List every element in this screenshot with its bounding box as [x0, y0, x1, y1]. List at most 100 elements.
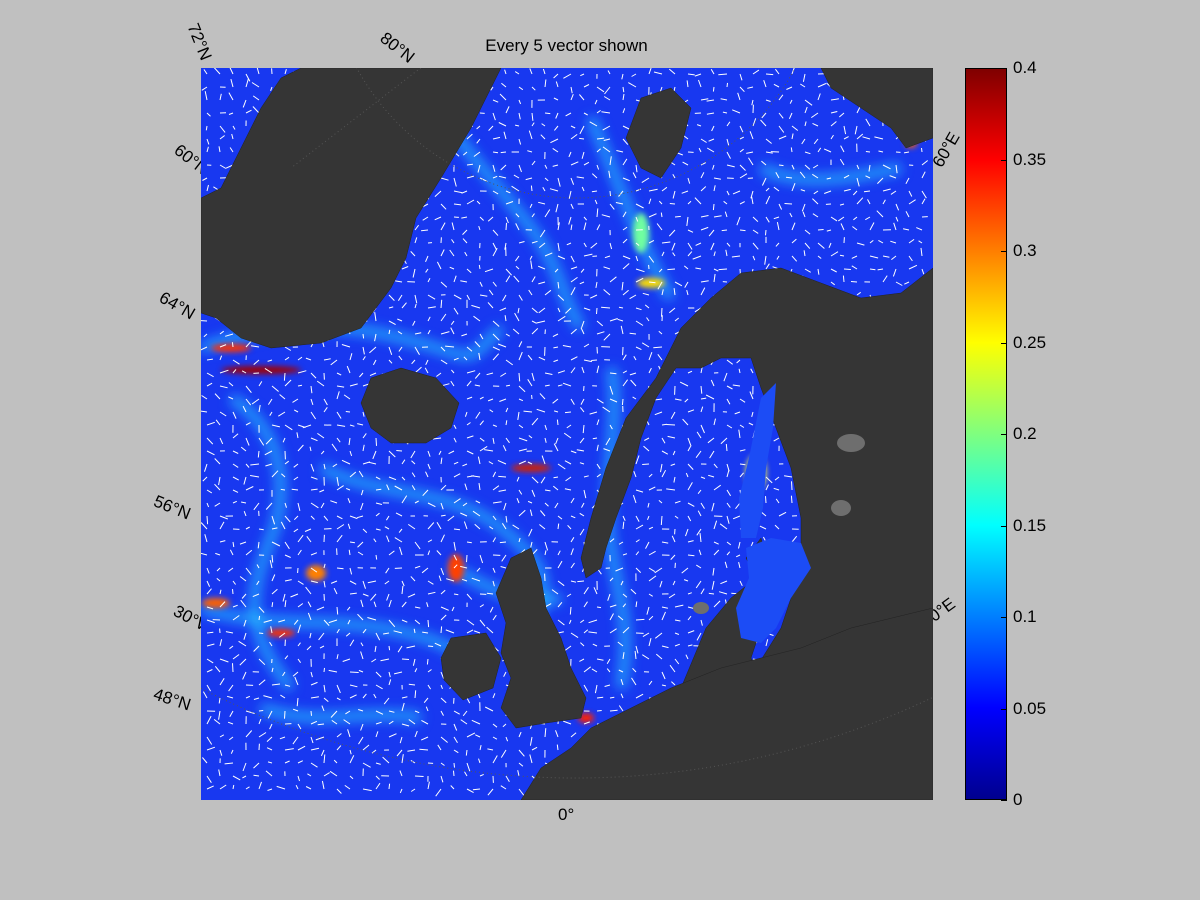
current-vector — [785, 176, 793, 179]
current-vector — [579, 137, 585, 140]
current-vector — [556, 744, 559, 751]
current-vector — [778, 164, 784, 167]
lon-label-60E: 60°E — [928, 128, 964, 171]
lon-label-80N: 80°N — [376, 28, 419, 67]
current-vector — [284, 710, 286, 719]
colorbar-tick-mark — [1001, 342, 1007, 344]
current-vector — [375, 554, 378, 560]
current-vector — [869, 268, 876, 271]
current-vector — [635, 618, 645, 621]
current-vector — [712, 203, 715, 211]
current-vector — [258, 615, 261, 621]
current-vector — [591, 359, 598, 361]
current-vector — [258, 710, 264, 712]
current-vector — [556, 419, 559, 426]
current-vector — [648, 281, 656, 284]
colorbar-tick-mark — [1001, 617, 1007, 618]
lon-label-0: 0° — [558, 805, 575, 824]
lake-peipus — [831, 500, 851, 516]
current-vector — [577, 580, 585, 583]
current-vector — [310, 710, 312, 716]
current-vector — [721, 229, 728, 232]
current-speed-map — [201, 68, 933, 800]
current-vector — [921, 147, 923, 153]
current-vector — [440, 299, 443, 309]
current-vector — [271, 554, 274, 563]
map-svg — [201, 68, 933, 800]
current-vector — [498, 475, 507, 478]
lat-label-56N: 56°N — [151, 491, 194, 524]
speed-hotspot — [306, 565, 326, 581]
speed-hotspot — [633, 213, 649, 253]
current-vector — [564, 411, 572, 414]
current-vector — [596, 710, 602, 712]
current-vector — [426, 658, 429, 665]
current-vector — [518, 372, 521, 382]
current-vector — [505, 384, 511, 387]
current-vector — [231, 342, 234, 348]
colorbar-tick-mark — [1001, 434, 1007, 435]
current-vector — [280, 488, 286, 491]
current-vector — [596, 307, 598, 315]
current-vector — [839, 254, 845, 257]
colorbar-tick-label: 0.25 — [1013, 332, 1047, 352]
current-vector — [739, 229, 746, 232]
current-vector — [388, 645, 391, 651]
current-vector — [660, 212, 663, 218]
current-vector — [726, 82, 728, 88]
current-vector — [408, 683, 416, 686]
colorbar-tick-label: 0.1 — [1013, 607, 1037, 626]
current-vector — [232, 663, 234, 673]
current-vector — [784, 203, 793, 205]
current-vector — [621, 398, 624, 406]
current-vector — [790, 495, 793, 504]
current-vector — [336, 567, 344, 570]
current-vector — [232, 589, 234, 595]
current-vector — [553, 476, 559, 479]
current-vector — [478, 264, 481, 270]
current-vector — [414, 775, 424, 777]
current-vector — [609, 372, 617, 375]
current-vector — [596, 606, 602, 609]
colorbar-tick-mark — [1001, 525, 1007, 527]
current-vector — [466, 554, 468, 563]
current-vector — [401, 658, 410, 660]
current-vector — [414, 690, 417, 699]
current-vector — [765, 496, 767, 504]
current-vector — [667, 268, 676, 271]
current-vector — [530, 185, 533, 192]
current-vector — [708, 592, 715, 595]
current-vector — [817, 229, 824, 231]
current-vector — [609, 190, 611, 197]
current-vector — [765, 73, 774, 76]
colorbar-tick-mark — [1001, 708, 1007, 710]
current-vector — [842, 275, 845, 283]
colorbar-tick-mark — [1001, 68, 1007, 69]
current-vector — [843, 268, 851, 270]
lake-vanern — [693, 602, 709, 614]
colorbar-tick-mark — [1001, 251, 1007, 252]
colorbar-tick-label: 0.2 — [1013, 424, 1037, 443]
current-vector — [674, 215, 681, 218]
current-vector — [687, 554, 695, 557]
speed-hotspot — [511, 464, 551, 472]
lat-label-48N: 48°N — [151, 684, 194, 715]
current-vector — [427, 619, 430, 628]
current-vector — [557, 523, 560, 530]
current-vector — [765, 229, 767, 236]
colorbar-tick-label: 0 — [1013, 790, 1023, 809]
current-vector — [349, 541, 355, 544]
current-vector — [258, 632, 264, 634]
current-vector — [850, 281, 858, 283]
current-vector — [205, 125, 208, 131]
current-vector — [427, 645, 434, 647]
colorbar-tick-label: 0.15 — [1013, 515, 1047, 535]
speed-hotspot — [202, 598, 230, 608]
current-vector — [453, 770, 455, 777]
colorbar-tick-label: 0.4 — [1013, 58, 1037, 77]
current-vector — [661, 423, 667, 426]
current-vector — [271, 602, 274, 608]
current-vector — [466, 541, 472, 544]
current-vector — [453, 762, 455, 768]
current-vector — [791, 481, 793, 491]
